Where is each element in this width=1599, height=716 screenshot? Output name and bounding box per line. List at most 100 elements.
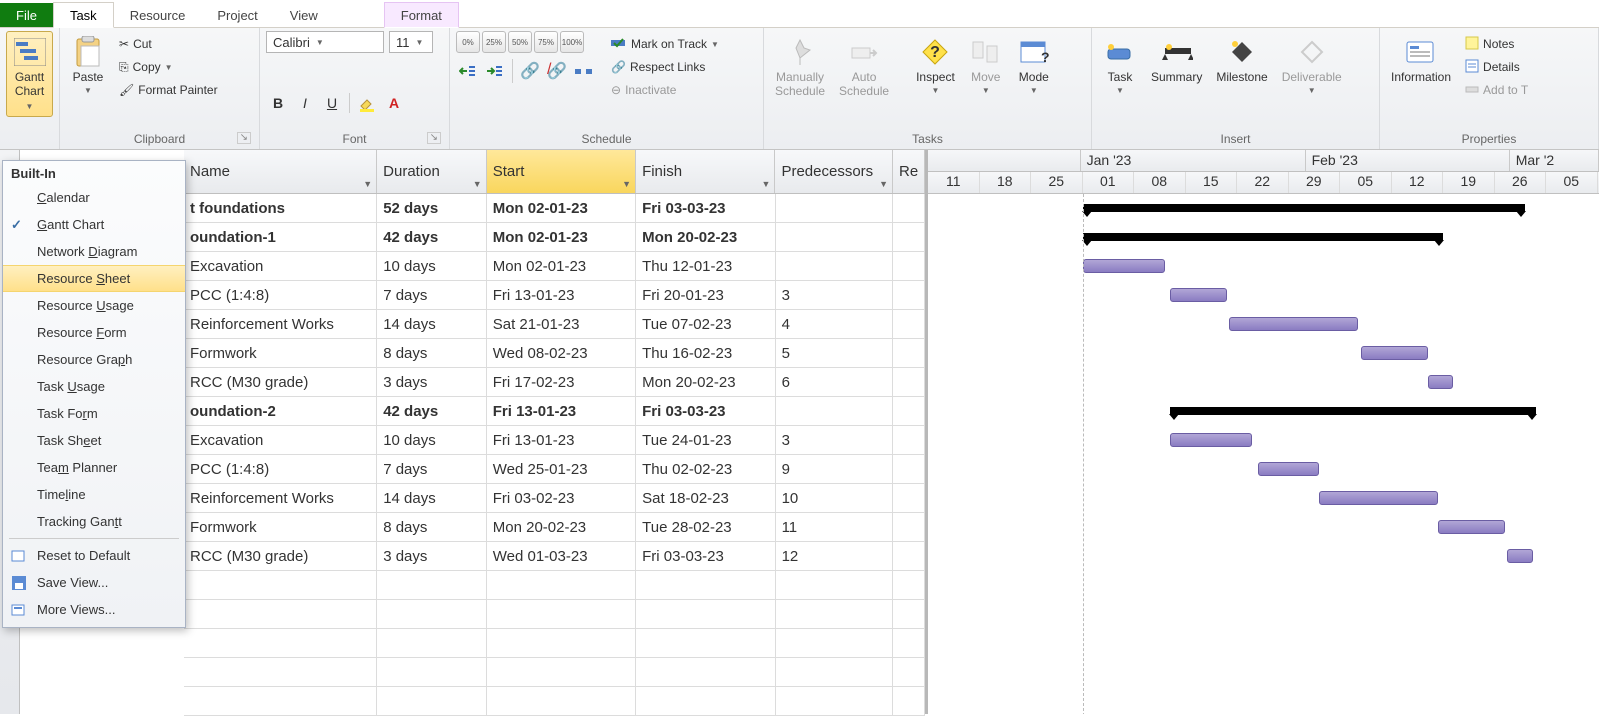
- table-row[interactable]: Formwork8 daysWed 08-02-23Thu 16-02-235: [184, 339, 925, 368]
- task-bar[interactable]: [1229, 317, 1358, 331]
- pct-0[interactable]: 0%: [456, 31, 480, 53]
- cell[interactable]: Fri 20-01-23: [636, 281, 775, 309]
- cell[interactable]: [893, 339, 925, 367]
- cell[interactable]: Fri 03-03-23: [636, 542, 775, 570]
- cell[interactable]: Excavation: [184, 426, 377, 454]
- insert-task-button[interactable]: Task▼: [1098, 31, 1142, 98]
- cell[interactable]: [893, 658, 925, 686]
- cell[interactable]: 7 days: [377, 455, 487, 483]
- cell[interactable]: Fri 13-01-23: [487, 397, 636, 425]
- view-menu-item[interactable]: Resource Sheet: [3, 265, 185, 292]
- cell[interactable]: [893, 600, 925, 628]
- cell[interactable]: Formwork: [184, 513, 377, 541]
- cell[interactable]: Fri 13-01-23: [487, 426, 636, 454]
- cell[interactable]: Tue 28-02-23: [636, 513, 775, 541]
- view-menu-more[interactable]: More Views...: [3, 596, 185, 623]
- cut-button[interactable]: ✂ Cut: [114, 33, 223, 55]
- cell[interactable]: Mon 20-02-23: [487, 513, 636, 541]
- format-painter-button[interactable]: 🖌 Format Painter: [114, 79, 223, 101]
- cell[interactable]: Wed 25-01-23: [487, 455, 636, 483]
- cell[interactable]: Thu 16-02-23: [636, 339, 775, 367]
- cell[interactable]: Sat 18-02-23: [636, 484, 775, 512]
- cell[interactable]: [487, 658, 636, 686]
- table-row[interactable]: RCC (M30 grade)3 daysFri 17-02-23Mon 20-…: [184, 368, 925, 397]
- tab-file[interactable]: File: [0, 3, 53, 27]
- cell[interactable]: [776, 687, 894, 715]
- table-row[interactable]: Excavation10 daysMon 02-01-23Thu 12-01-2…: [184, 252, 925, 281]
- cell[interactable]: [377, 687, 487, 715]
- view-menu-item[interactable]: Timeline: [3, 481, 185, 508]
- indent-button[interactable]: [483, 59, 507, 83]
- cell[interactable]: RCC (M30 grade): [184, 368, 377, 396]
- cell[interactable]: Mon 20-02-23: [636, 223, 775, 251]
- cell[interactable]: 3 days: [377, 368, 487, 396]
- information-button[interactable]: Information: [1386, 31, 1456, 87]
- cell[interactable]: 6: [776, 368, 894, 396]
- pct-75[interactable]: 75%: [534, 31, 558, 53]
- bold-button[interactable]: B: [266, 91, 290, 115]
- font-color-button[interactable]: A: [382, 91, 406, 115]
- tab-format[interactable]: Format: [384, 2, 459, 28]
- cell[interactable]: Tue 07-02-23: [636, 310, 775, 338]
- table-row[interactable]: Excavation10 daysFri 13-01-23Tue 24-01-2…: [184, 426, 925, 455]
- cell[interactable]: Thu 02-02-23: [636, 455, 775, 483]
- cell[interactable]: [893, 542, 925, 570]
- copy-button[interactable]: ⎘ Copy ▼: [114, 56, 223, 78]
- table-row[interactable]: [184, 687, 925, 716]
- cell[interactable]: oundation-2: [184, 397, 377, 425]
- view-menu-item[interactable]: Task Form: [3, 400, 185, 427]
- cell[interactable]: 8 days: [377, 339, 487, 367]
- view-menu-item[interactable]: Task Usage: [3, 373, 185, 400]
- cell[interactable]: [487, 600, 636, 628]
- cell[interactable]: [776, 252, 894, 280]
- table-row[interactable]: oundation-142 daysMon 02-01-23Mon 20-02-…: [184, 223, 925, 252]
- table-row[interactable]: RCC (M30 grade)3 daysWed 01-03-23Fri 03-…: [184, 542, 925, 571]
- cell[interactable]: 3: [776, 426, 894, 454]
- cell[interactable]: 8 days: [377, 513, 487, 541]
- cell[interactable]: 3: [776, 281, 894, 309]
- cell[interactable]: [184, 658, 377, 686]
- mark-on-track-button[interactable]: Mark on Track ▼: [606, 33, 724, 55]
- link-button[interactable]: 🔗: [518, 59, 542, 83]
- cell[interactable]: [893, 310, 925, 338]
- cell[interactable]: Mon 02-01-23: [487, 223, 636, 251]
- view-menu-item[interactable]: Network Diagram: [3, 238, 185, 265]
- table-row[interactable]: [184, 658, 925, 687]
- cell[interactable]: [893, 513, 925, 541]
- cell[interactable]: Thu 12-01-23: [636, 252, 775, 280]
- view-menu-item[interactable]: Task Sheet: [3, 427, 185, 454]
- insert-summary-button[interactable]: Summary: [1146, 31, 1207, 87]
- cell[interactable]: [776, 629, 894, 657]
- cell[interactable]: [893, 629, 925, 657]
- cell[interactable]: PCC (1:4:8): [184, 281, 377, 309]
- cell[interactable]: 7 days: [377, 281, 487, 309]
- summary-bar[interactable]: [1170, 407, 1536, 415]
- outdent-button[interactable]: [456, 59, 480, 83]
- table-row[interactable]: Reinforcement Works14 daysSat 21-01-23Tu…: [184, 310, 925, 339]
- cell[interactable]: [487, 687, 636, 715]
- cell[interactable]: [636, 687, 775, 715]
- task-bar[interactable]: [1170, 288, 1227, 302]
- col-duration[interactable]: Duration▼: [377, 150, 487, 193]
- task-bar[interactable]: [1319, 491, 1437, 505]
- cell[interactable]: [776, 658, 894, 686]
- task-bar[interactable]: [1258, 462, 1320, 476]
- cell[interactable]: [377, 658, 487, 686]
- dialog-launcher-icon[interactable]: ↘: [427, 132, 441, 144]
- cell[interactable]: [893, 571, 925, 599]
- view-menu-reset[interactable]: Reset to Default: [3, 542, 185, 569]
- tab-project[interactable]: Project: [201, 3, 273, 27]
- task-bar[interactable]: [1438, 520, 1505, 534]
- cell[interactable]: 12: [776, 542, 894, 570]
- fill-color-button[interactable]: [355, 91, 379, 115]
- cell[interactable]: [893, 223, 925, 251]
- cell[interactable]: 9: [776, 455, 894, 483]
- cell[interactable]: Wed 08-02-23: [487, 339, 636, 367]
- dialog-launcher-icon[interactable]: ↘: [237, 132, 251, 144]
- font-name-combo[interactable]: Calibri ▼: [266, 31, 384, 53]
- cell[interactable]: [184, 687, 377, 715]
- view-menu-item[interactable]: Resource Graph: [3, 346, 185, 373]
- col-start[interactable]: Start▼: [487, 150, 636, 193]
- respect-links-button[interactable]: 🔗 Respect Links: [606, 56, 724, 78]
- pct-50[interactable]: 50%: [508, 31, 532, 53]
